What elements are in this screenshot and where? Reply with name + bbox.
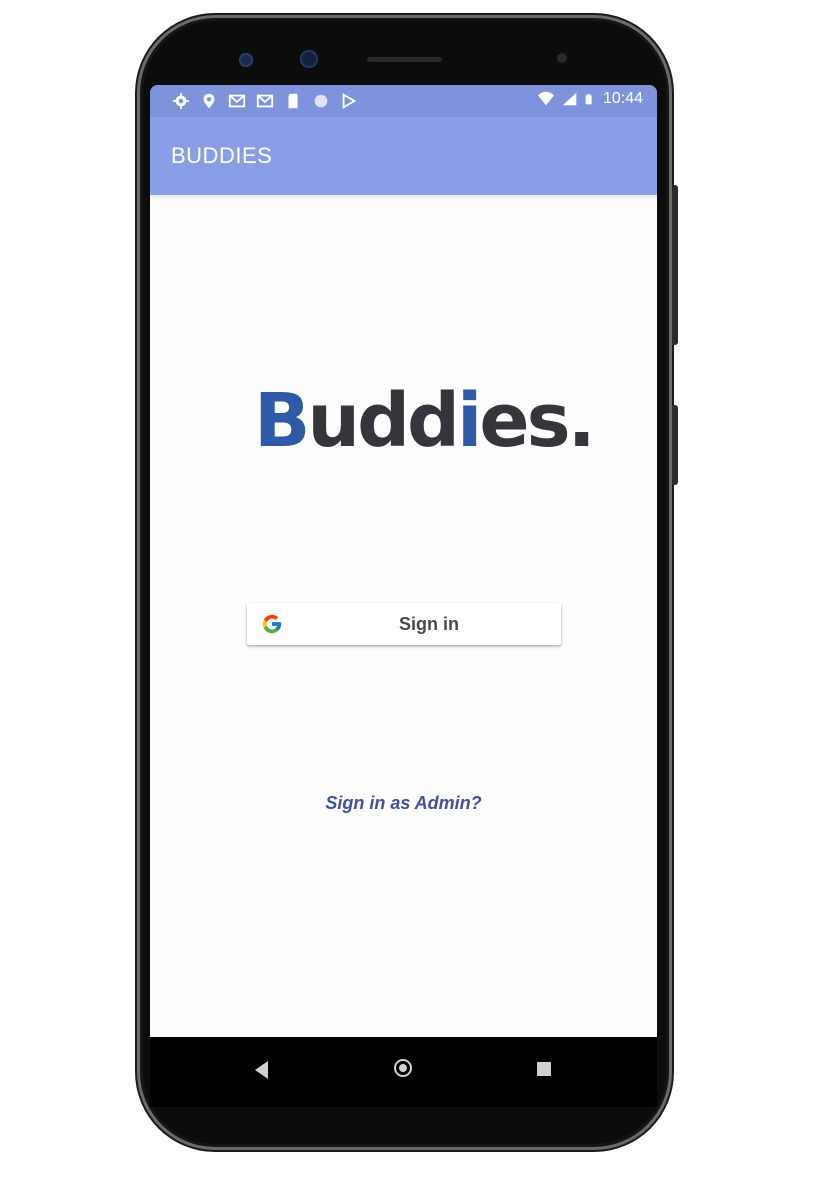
play-store-icon [342,93,357,109]
google-sign-in-button[interactable]: Sign in [247,603,561,645]
circle-icon [314,94,328,108]
back-icon[interactable] [255,1061,268,1079]
signal-icon [562,92,577,106]
sd-card-icon [288,93,298,109]
volume-button [672,185,678,345]
phone-screen: 10:44 BUDDIES Buddies. Sign in Sign in a… [150,85,657,1090]
navigation-bar [150,1037,657,1107]
gmail-icon [228,94,246,108]
power-button [672,405,678,485]
battery-icon [585,94,592,105]
front-camera [300,50,318,68]
app-title: BUDDIES [171,143,273,168]
status-time: 10:44 [602,90,643,107]
status-left-icons [172,92,358,110]
wifi-icon [537,91,555,106]
proximity-sensor [239,53,253,67]
logo-text: Buddies. [254,378,596,464]
light-sensor [557,53,567,63]
earpiece-speaker [367,57,442,62]
status-right: 10:44 [537,90,643,108]
buddies-logo: Buddies. [254,378,596,471]
settings-icon [172,92,190,110]
home-icon[interactable] [394,1059,412,1077]
recents-icon[interactable] [537,1062,551,1076]
status-bar: 10:44 [150,85,657,117]
gmail-icon [256,94,274,108]
sign-in-as-admin-link[interactable]: Sign in as Admin? [150,793,657,814]
sign-in-label: Sign in [399,614,459,634]
location-icon [203,93,215,109]
app-bar: BUDDIES [150,117,657,195]
